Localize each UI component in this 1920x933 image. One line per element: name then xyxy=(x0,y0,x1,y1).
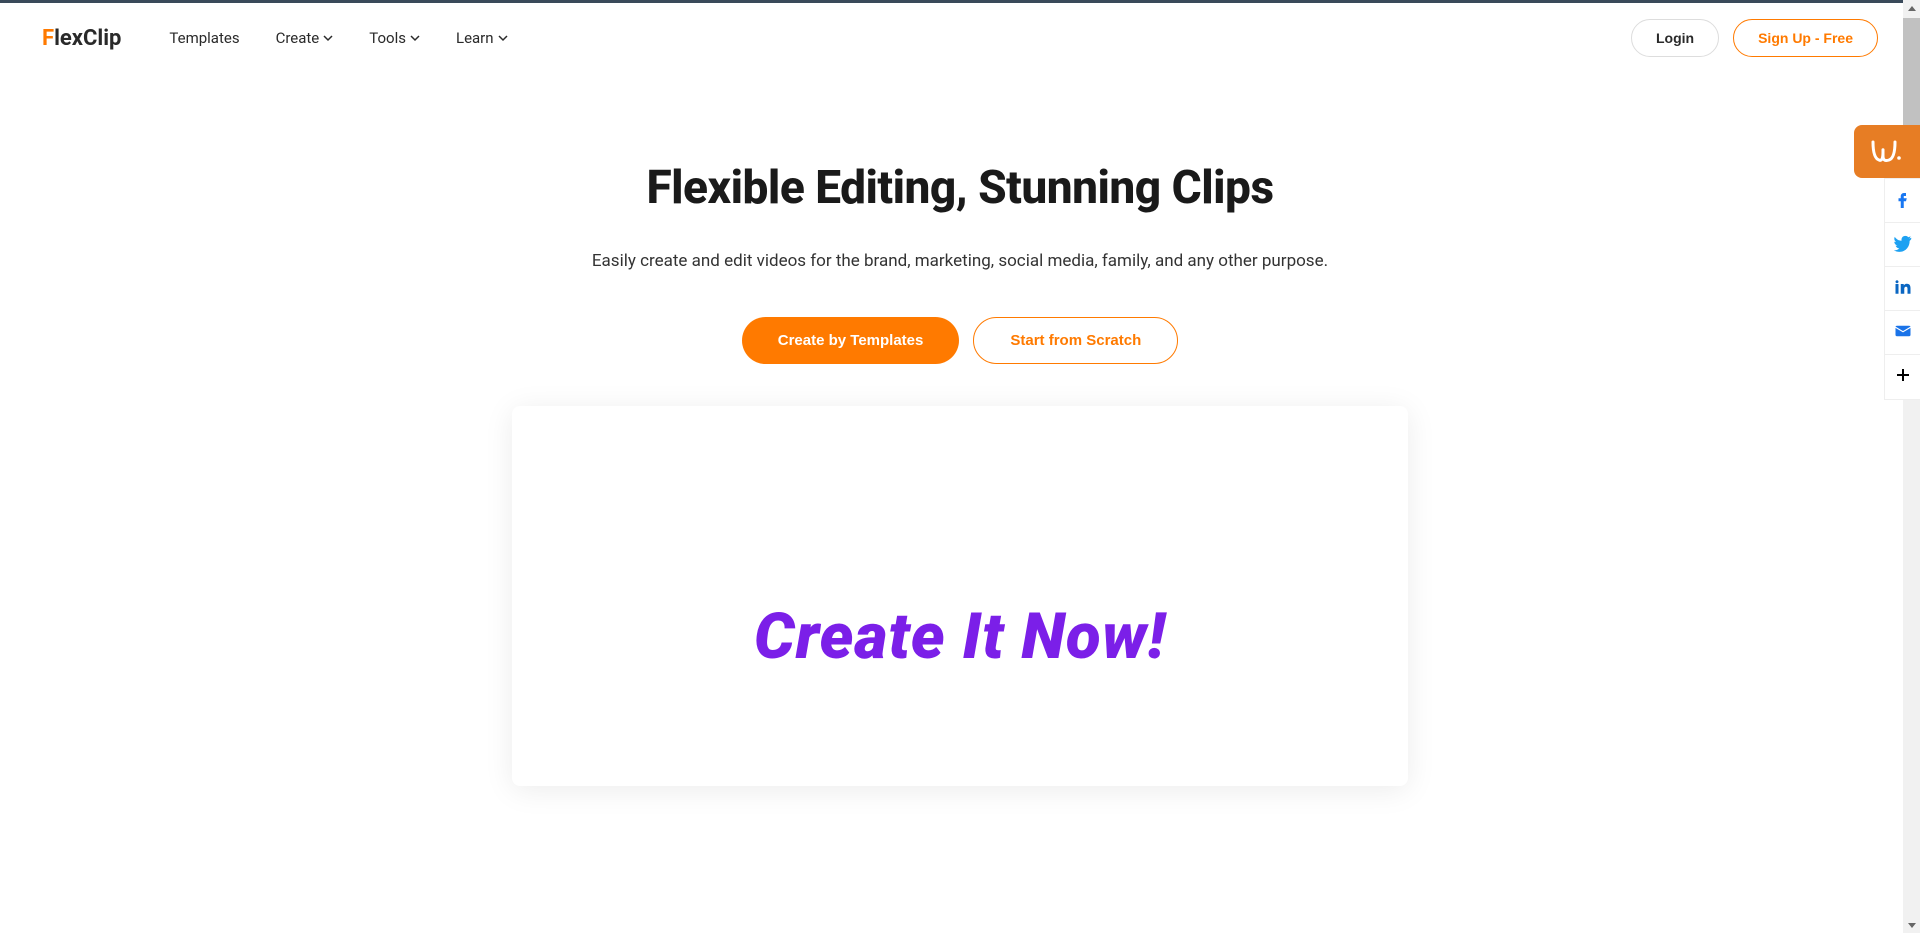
video-overlay-text: Create It Now! xyxy=(754,599,1166,674)
start-from-scratch-button[interactable]: Start from Scratch xyxy=(973,317,1178,364)
honey-extension-tab[interactable] xyxy=(1854,125,1920,178)
nav-create-label: Create xyxy=(276,29,320,47)
hero-buttons: Create by Templates Start from Scratch xyxy=(0,317,1920,364)
header-actions: Login Sign Up - Free xyxy=(1631,19,1878,57)
hero-title: Flexible Editing, Stunning Clips xyxy=(0,161,1920,215)
twitter-icon xyxy=(1894,234,1912,256)
plus-icon xyxy=(1895,367,1911,387)
share-more[interactable] xyxy=(1885,355,1920,399)
facebook-icon xyxy=(1894,190,1912,212)
nav-learn-label: Learn xyxy=(456,29,494,47)
scrollbar-down-arrow[interactable] xyxy=(1903,916,1920,933)
main-header: FlexClip Templates Create Tools Learn Lo… xyxy=(0,3,1920,73)
create-by-templates-button[interactable]: Create by Templates xyxy=(742,317,960,364)
nav-templates[interactable]: Templates xyxy=(169,29,239,47)
hero-section: Flexible Editing, Stunning Clips Easily … xyxy=(0,73,1920,786)
video-preview-card[interactable]: Create It Now! xyxy=(512,406,1408,786)
login-button[interactable]: Login xyxy=(1631,19,1719,57)
chevron-down-icon xyxy=(498,35,508,42)
linkedin-icon xyxy=(1894,278,1912,300)
nav-learn[interactable]: Learn xyxy=(456,29,508,47)
logo-rest: lexClip xyxy=(54,26,121,51)
honey-icon xyxy=(1869,134,1905,170)
logo-first-letter: F xyxy=(42,26,54,51)
hero-subtitle: Easily create and edit videos for the br… xyxy=(0,251,1920,271)
main-nav: Templates Create Tools Learn xyxy=(169,29,507,47)
scrollbar-up-arrow[interactable] xyxy=(1903,0,1920,17)
scrollbar-thumb[interactable] xyxy=(1903,18,1920,138)
chevron-down-icon xyxy=(323,35,333,42)
share-linkedin[interactable] xyxy=(1885,267,1920,311)
share-twitter[interactable] xyxy=(1885,223,1920,267)
social-share-bar xyxy=(1884,178,1920,400)
nav-tools[interactable]: Tools xyxy=(369,29,420,47)
share-facebook[interactable] xyxy=(1885,179,1920,223)
email-icon xyxy=(1894,322,1912,344)
share-email[interactable] xyxy=(1885,311,1920,355)
nav-templates-label: Templates xyxy=(169,29,239,47)
nav-tools-label: Tools xyxy=(369,29,406,47)
logo[interactable]: FlexClip xyxy=(42,26,121,51)
nav-create[interactable]: Create xyxy=(276,29,334,47)
signup-button[interactable]: Sign Up - Free xyxy=(1733,19,1878,57)
chevron-down-icon xyxy=(410,35,420,42)
side-widget xyxy=(1854,125,1920,178)
